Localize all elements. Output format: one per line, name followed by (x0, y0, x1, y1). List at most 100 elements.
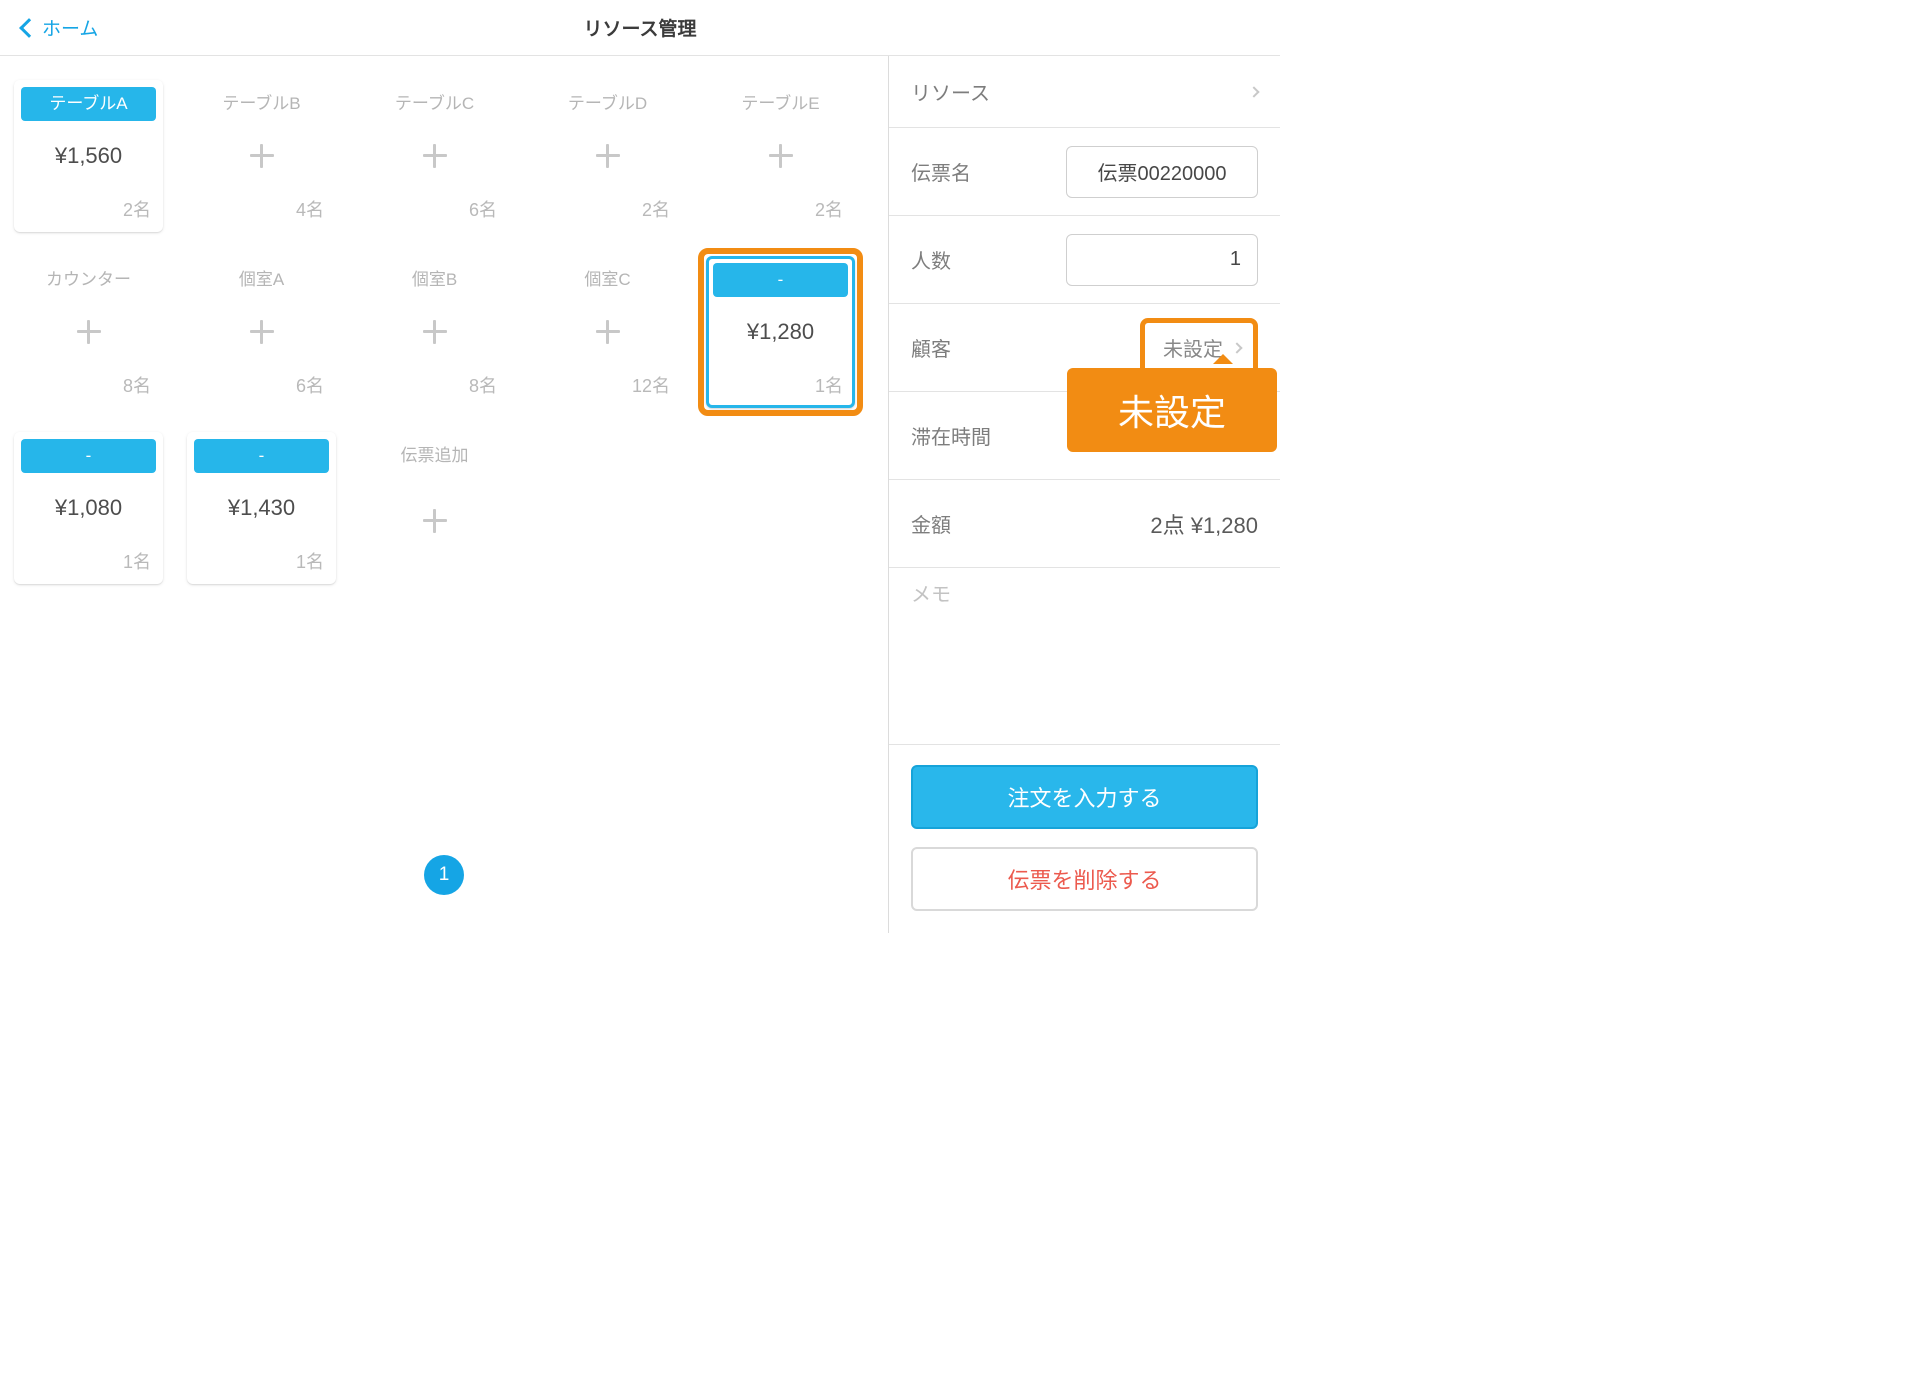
page-title: リソース管理 (583, 14, 696, 41)
card-table-d[interactable]: テーブルD 2名 (533, 80, 682, 232)
card-selected-wrap: - ¥1,280 1名 (706, 256, 855, 408)
card-name: 個室C (540, 263, 675, 297)
row-customer: 顧客 未設定 未設定 (889, 304, 1280, 392)
amount-label: 金額 (911, 509, 951, 538)
card-table-c[interactable]: テーブルC 6名 (360, 80, 509, 232)
resource-grid-area: テーブルA ¥1,560 2名 テーブルB 4名 テーブルC 6名 (0, 56, 889, 933)
card-seats: 2名 (533, 190, 682, 232)
card-body: ¥1,430 (187, 473, 336, 542)
card-body (706, 121, 855, 190)
row-seats: 人数 (889, 216, 1280, 304)
card-table-b[interactable]: テーブルB 4名 (187, 80, 336, 232)
card-seats: 6名 (360, 190, 509, 232)
card-body: ¥1,280 (709, 297, 852, 366)
row-ticket-name: 伝票名 (889, 128, 1280, 216)
plus-icon (77, 320, 101, 344)
chevron-left-icon (19, 18, 39, 38)
detail-scroll: リソース 伝票名 人数 顧客 未設定 (889, 56, 1280, 744)
row-memo[interactable]: メモ (889, 568, 1280, 638)
card-name: 伝票追加 (367, 439, 502, 473)
ticket-label: 伝票名 (911, 157, 971, 186)
card-seats (360, 568, 509, 584)
card-selected[interactable]: - ¥1,280 1名 (706, 256, 855, 408)
plus-icon (423, 509, 447, 533)
delete-button[interactable]: 伝票を削除する (911, 847, 1258, 911)
card-name: 個室A (194, 263, 329, 297)
seats-label: 人数 (911, 245, 951, 274)
card-seats: 8名 (360, 366, 509, 408)
card-body (533, 297, 682, 366)
card-name: カウンター (21, 263, 156, 297)
card-body (360, 297, 509, 366)
plus-icon (769, 144, 793, 168)
resource-grid: テーブルA ¥1,560 2名 テーブルB 4名 テーブルC 6名 (14, 80, 874, 584)
card-body (533, 121, 682, 190)
card-name: 個室B (367, 263, 502, 297)
plus-icon (596, 320, 620, 344)
card-seats: 8名 (14, 366, 163, 408)
card-seats: 4名 (187, 190, 336, 232)
card-seats: 1名 (14, 542, 163, 584)
card-body: ¥1,560 (14, 121, 163, 190)
card-room-b[interactable]: 個室B 8名 (360, 256, 509, 408)
card-seats: 1名 (187, 542, 336, 584)
page-indicator[interactable]: 1 (424, 855, 464, 895)
memo-label: メモ (911, 578, 951, 607)
card-body (360, 121, 509, 190)
amount-value: 2点 ¥1,280 (1150, 508, 1258, 540)
card-name: - (21, 439, 156, 473)
card-name: テーブルB (194, 87, 329, 121)
card-price: ¥1,280 (747, 319, 814, 345)
plus-icon (250, 320, 274, 344)
back-label: ホーム (42, 14, 98, 41)
card-name: テーブルA (21, 87, 156, 121)
card-body (187, 121, 336, 190)
order-button[interactable]: 注文を入力する (911, 765, 1258, 829)
card-name: テーブルE (713, 87, 848, 121)
row-resource[interactable]: リソース (889, 56, 1280, 128)
card-ticket-2[interactable]: - ¥1,430 1名 (187, 432, 336, 584)
card-body: ¥1,080 (14, 473, 163, 542)
card-counter[interactable]: カウンター 8名 (14, 256, 163, 408)
card-room-a[interactable]: 個室A 6名 (187, 256, 336, 408)
resource-label: リソース (911, 77, 990, 106)
header: ホーム リソース管理 (0, 0, 1280, 56)
seats-input[interactable] (1066, 234, 1258, 286)
card-table-e[interactable]: テーブルE 2名 (706, 80, 855, 232)
body: テーブルA ¥1,560 2名 テーブルB 4名 テーブルC 6名 (0, 56, 1280, 933)
card-table-a[interactable]: テーブルA ¥1,560 2名 (14, 80, 163, 232)
card-ticket-1[interactable]: - ¥1,080 1名 (14, 432, 163, 584)
callout-wrap: 未設定 (1067, 368, 1277, 452)
card-body (14, 297, 163, 366)
delete-button-label: 伝票を削除する (1007, 863, 1161, 895)
card-seats: 2名 (706, 190, 855, 232)
card-room-c[interactable]: 個室C 12名 (533, 256, 682, 408)
detail-panel: リソース 伝票名 人数 顧客 未設定 (889, 56, 1280, 933)
card-name: テーブルD (540, 87, 675, 121)
card-add-ticket[interactable]: 伝票追加 (360, 432, 509, 584)
plus-icon (423, 144, 447, 168)
ticket-name-input[interactable] (1066, 146, 1258, 198)
card-seats: 2名 (14, 190, 163, 232)
back-button[interactable]: ホーム (22, 0, 98, 55)
card-seats: 6名 (187, 366, 336, 408)
card-price: ¥1,560 (55, 143, 122, 169)
page-number: 1 (439, 864, 450, 886)
chevron-right-icon (1231, 342, 1242, 353)
chevron-right-icon (1248, 86, 1259, 97)
callout-unset: 未設定 (1067, 368, 1277, 452)
stay-label: 滞在時間 (911, 421, 991, 450)
card-body (360, 473, 509, 568)
card-name: - (713, 263, 848, 297)
plus-icon (423, 320, 447, 344)
detail-actions: 注文を入力する 伝票を削除する (889, 744, 1280, 933)
card-seats: 1名 (709, 366, 852, 405)
card-price: ¥1,430 (228, 495, 295, 521)
plus-icon (250, 144, 274, 168)
row-amount: 金額 2点 ¥1,280 (889, 480, 1280, 568)
card-seats: 12名 (533, 366, 682, 408)
card-name: - (194, 439, 329, 473)
plus-icon (596, 144, 620, 168)
customer-label: 顧客 (911, 333, 951, 362)
app-root: ホーム リソース管理 テーブルA ¥1,560 2名 テーブルB 4名 (0, 0, 1280, 933)
